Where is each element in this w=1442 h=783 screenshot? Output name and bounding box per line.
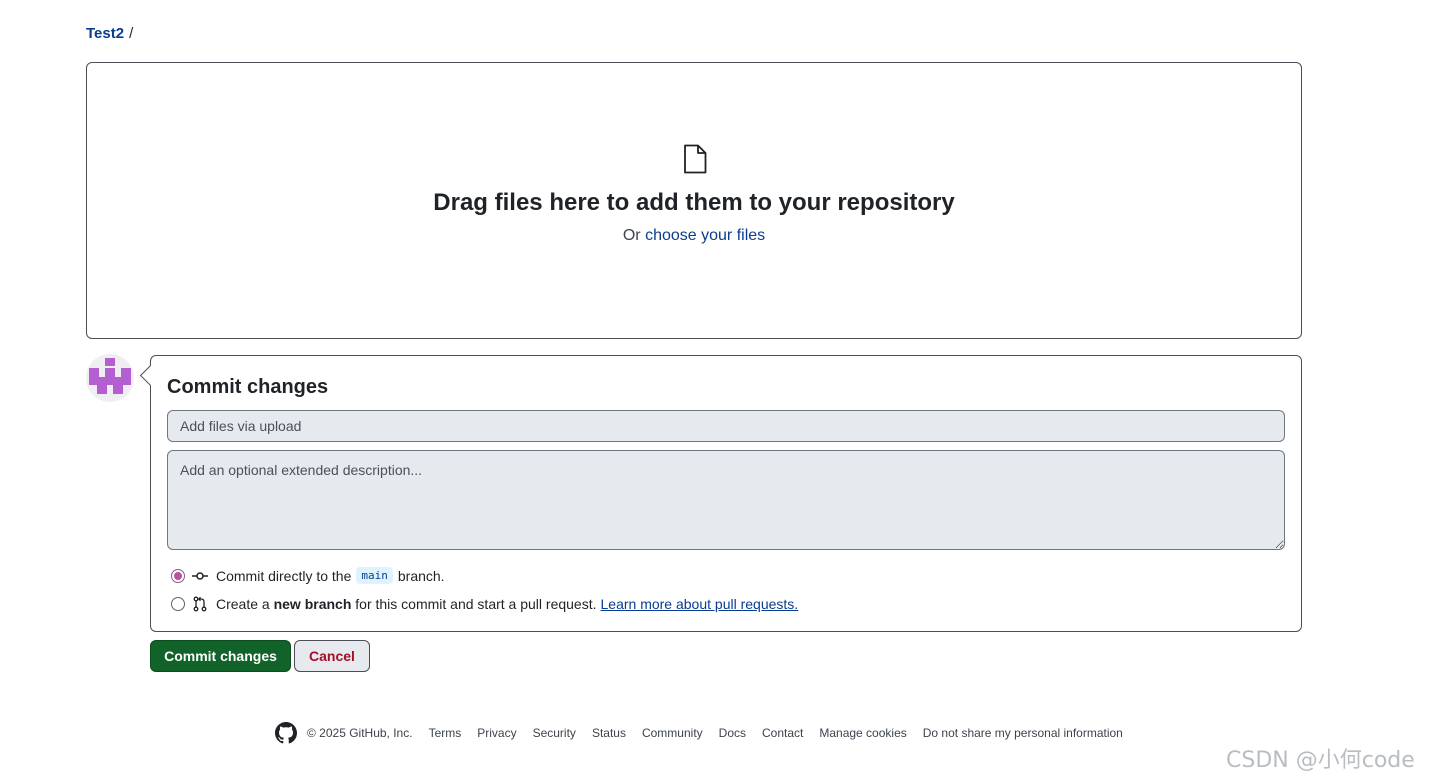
learn-pull-requests-link[interactable]: Learn more about pull requests. [601,596,799,612]
dropzone-title: Drag files here to add them to your repo… [433,189,955,216]
new-branch-option[interactable]: Create a new branch for this commit and … [171,596,798,612]
footer-link-manage-cookies[interactable]: Manage cookies [819,726,906,740]
new-branch-text-end: for this commit and start a pull request… [355,596,597,612]
new-branch-bold: new branch [273,596,352,612]
commit-direct-text-end: branch. [397,567,445,584]
new-branch-radio[interactable] [171,597,185,611]
file-dropzone[interactable]: Drag files here to add them to your repo… [86,62,1302,339]
dropzone-subtitle: Or choose your files [87,227,1301,245]
footer-link-terms[interactable]: Terms [429,726,462,740]
watermark: CSDN @小何code [1226,748,1415,773]
github-mark-icon[interactable] [275,722,297,744]
dropzone-prefix: Or [622,227,641,244]
avatar [86,354,134,402]
footer-link-docs[interactable]: Docs [719,726,746,740]
footer-link-security[interactable]: Security [533,726,576,740]
file-icon [684,144,707,174]
commit-direct-option[interactable]: Commit directly to the main branch. [171,567,445,584]
commit-description-input[interactable] [167,450,1285,550]
identicon [86,354,134,402]
branch-name-badge: main [356,567,393,584]
git-pull-request-icon [193,596,207,612]
footer-copyright: © 2025 GitHub, Inc. [307,726,413,740]
commit-direct-radio[interactable] [171,568,185,583]
git-commit-icon [192,571,208,580]
new-branch-text: Create a [216,596,270,612]
commit-panel: Commit changes Commit directly to the ma… [150,355,1302,632]
breadcrumb: Test2 / [86,25,133,42]
breadcrumb-repo-link[interactable]: Test2 [86,25,124,42]
breadcrumb-separator: / [129,25,134,42]
footer-link-privacy[interactable]: Privacy [477,726,516,740]
commit-direct-text: Commit directly to the [216,567,352,584]
cancel-button[interactable]: Cancel [294,640,370,672]
choose-files-link[interactable]: choose your files [645,227,765,244]
footer-link-status[interactable]: Status [592,726,626,740]
footer-link-do-not-share[interactable]: Do not share my personal information [923,726,1123,740]
footer: © 2025 GitHub, Inc. Terms Privacy Securi… [275,722,1139,744]
footer-link-contact[interactable]: Contact [762,726,803,740]
commit-changes-button[interactable]: Commit changes [150,640,291,672]
commit-heading: Commit changes [167,376,329,398]
commit-summary-input[interactable] [167,410,1285,442]
footer-link-community[interactable]: Community [642,726,703,740]
